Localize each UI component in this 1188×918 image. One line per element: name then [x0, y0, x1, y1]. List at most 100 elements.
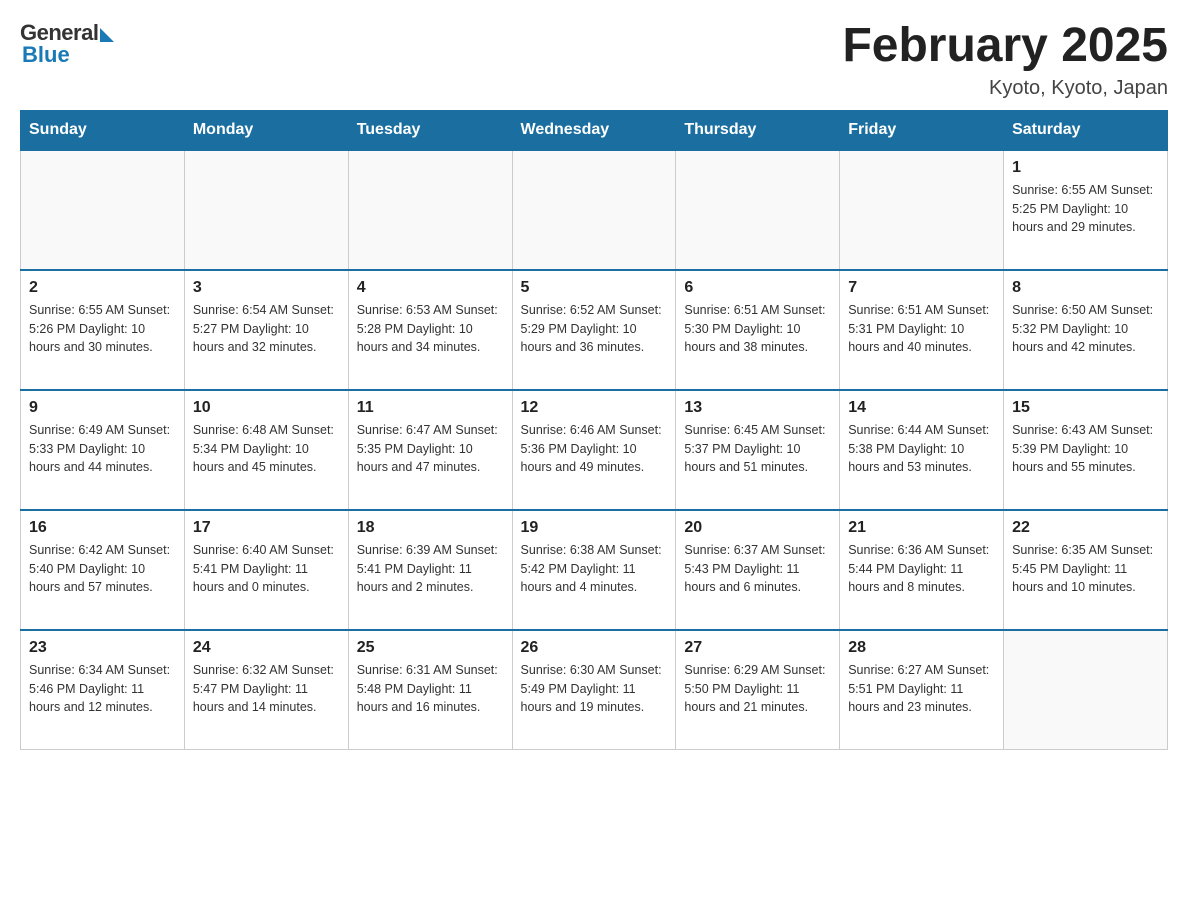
day-number: 1 [1012, 159, 1159, 177]
day-number: 16 [29, 519, 176, 537]
calendar-cell: 25 Sunrise: 6:31 AM Sunset: 5:48 PM Dayli… [348, 630, 512, 750]
calendar-cell [21, 150, 185, 270]
calendar-cell: 10 Sunrise: 6:48 AM Sunset: 5:34 PM Dayli… [184, 390, 348, 510]
day-info: Sunrise: 6:34 AM Sunset: 5:46 PM Dayligh… [29, 661, 176, 717]
day-info: Sunrise: 6:51 AM Sunset: 5:30 PM Dayligh… [684, 301, 831, 357]
day-info: Sunrise: 6:39 AM Sunset: 5:41 PM Dayligh… [357, 541, 504, 597]
logo-blue-text: Blue [20, 42, 70, 68]
calendar-title: February 2025 [842, 20, 1168, 73]
day-info: Sunrise: 6:31 AM Sunset: 5:48 PM Dayligh… [357, 661, 504, 717]
day-info: Sunrise: 6:35 AM Sunset: 5:45 PM Dayligh… [1012, 541, 1159, 597]
day-info: Sunrise: 6:53 AM Sunset: 5:28 PM Dayligh… [357, 301, 504, 357]
day-number: 15 [1012, 399, 1159, 417]
day-info: Sunrise: 6:48 AM Sunset: 5:34 PM Dayligh… [193, 421, 340, 477]
day-number: 11 [357, 399, 504, 417]
day-info: Sunrise: 6:40 AM Sunset: 5:41 PM Dayligh… [193, 541, 340, 597]
calendar-cell: 21Sunrise: 6:36 AM Sunset: 5:44 PM Dayli… [840, 510, 1004, 630]
day-info: Sunrise: 6:51 AM Sunset: 5:31 PM Dayligh… [848, 301, 995, 357]
week-row-5: 23 Sunrise: 6:34 AM Sunset: 5:46 PM Dayli… [21, 630, 1168, 750]
logo-arrow-icon [100, 28, 114, 42]
day-number: 5 [521, 279, 668, 297]
calendar-cell: 5 Sunrise: 6:52 AM Sunset: 5:29 PM Daylig… [512, 270, 676, 390]
day-header-thursday: Thursday [676, 110, 840, 150]
calendar-cell: 4 Sunrise: 6:53 AM Sunset: 5:28 PM Daylig… [348, 270, 512, 390]
day-header-friday: Friday [840, 110, 1004, 150]
calendar-cell: 2 Sunrise: 6:55 AM Sunset: 5:26 PM Daylig… [21, 270, 185, 390]
day-number: 23 [29, 639, 176, 657]
logo: General Blue [20, 20, 114, 68]
day-info: Sunrise: 6:44 AM Sunset: 5:38 PM Dayligh… [848, 421, 995, 477]
day-number: 9 [29, 399, 176, 417]
day-info: Sunrise: 6:27 AM Sunset: 5:51 PM Dayligh… [848, 661, 995, 717]
day-info: Sunrise: 6:45 AM Sunset: 5:37 PM Dayligh… [684, 421, 831, 477]
week-row-3: 9 Sunrise: 6:49 AM Sunset: 5:33 PM Daylig… [21, 390, 1168, 510]
day-number: 19 [521, 519, 668, 537]
day-number: 14 [848, 399, 995, 417]
day-number: 28 [848, 639, 995, 657]
day-number: 20 [684, 519, 831, 537]
day-number: 8 [1012, 279, 1159, 297]
calendar-cell [676, 150, 840, 270]
day-info: Sunrise: 6:54 AM Sunset: 5:27 PM Dayligh… [193, 301, 340, 357]
day-number: 10 [193, 399, 340, 417]
day-info: Sunrise: 6:43 AM Sunset: 5:39 PM Dayligh… [1012, 421, 1159, 477]
calendar-cell: 8 Sunrise: 6:50 AM Sunset: 5:32 PM Daylig… [1004, 270, 1168, 390]
calendar-cell: 16 Sunrise: 6:42 AM Sunset: 5:40 PM Dayli… [21, 510, 185, 630]
day-info: Sunrise: 6:49 AM Sunset: 5:33 PM Dayligh… [29, 421, 176, 477]
page-header: General Blue February 2025 Kyoto, Kyoto,… [20, 20, 1168, 100]
calendar-cell: 1 Sunrise: 6:55 AM Sunset: 5:25 PM Daylig… [1004, 150, 1168, 270]
calendar-cell: 6 Sunrise: 6:51 AM Sunset: 5:30 PM Daylig… [676, 270, 840, 390]
day-info: Sunrise: 6:37 AM Sunset: 5:43 PM Dayligh… [684, 541, 831, 597]
calendar-cell: 14 Sunrise: 6:44 AM Sunset: 5:38 PM Dayli… [840, 390, 1004, 510]
day-header-saturday: Saturday [1004, 110, 1168, 150]
day-info: Sunrise: 6:42 AM Sunset: 5:40 PM Dayligh… [29, 541, 176, 597]
calendar-cell: 3 Sunrise: 6:54 AM Sunset: 5:27 PM Daylig… [184, 270, 348, 390]
calendar-cell: 23 Sunrise: 6:34 AM Sunset: 5:46 PM Dayli… [21, 630, 185, 750]
week-row-2: 2 Sunrise: 6:55 AM Sunset: 5:26 PM Daylig… [21, 270, 1168, 390]
calendar-cell: 18 Sunrise: 6:39 AM Sunset: 5:41 PM Dayli… [348, 510, 512, 630]
calendar-cell [184, 150, 348, 270]
day-number: 25 [357, 639, 504, 657]
day-info: Sunrise: 6:55 AM Sunset: 5:25 PM Dayligh… [1012, 181, 1159, 237]
calendar-cell: 15 Sunrise: 6:43 AM Sunset: 5:39 PM Dayli… [1004, 390, 1168, 510]
day-info: Sunrise: 6:36 AM Sunset: 5:44 PM Dayligh… [848, 541, 995, 597]
calendar-table: SundayMondayTuesdayWednesdayThursdayFrid… [20, 110, 1168, 751]
calendar-cell [348, 150, 512, 270]
day-number: 6 [684, 279, 831, 297]
calendar-cell: 20 Sunrise: 6:37 AM Sunset: 5:43 PM Dayli… [676, 510, 840, 630]
day-info: Sunrise: 6:46 AM Sunset: 5:36 PM Dayligh… [521, 421, 668, 477]
calendar-cell: 11Sunrise: 6:47 AM Sunset: 5:35 PM Dayli… [348, 390, 512, 510]
day-number: 2 [29, 279, 176, 297]
day-info: Sunrise: 6:30 AM Sunset: 5:49 PM Dayligh… [521, 661, 668, 717]
calendar-cell: 24 Sunrise: 6:32 AM Sunset: 5:47 PM Dayli… [184, 630, 348, 750]
day-number: 24 [193, 639, 340, 657]
day-header-wednesday: Wednesday [512, 110, 676, 150]
day-number: 4 [357, 279, 504, 297]
calendar-cell: 12Sunrise: 6:46 AM Sunset: 5:36 PM Dayli… [512, 390, 676, 510]
day-number: 18 [357, 519, 504, 537]
day-number: 13 [684, 399, 831, 417]
calendar-cell [840, 150, 1004, 270]
day-header-monday: Monday [184, 110, 348, 150]
title-area: February 2025 Kyoto, Kyoto, Japan [842, 20, 1168, 100]
calendar-cell: 13 Sunrise: 6:45 AM Sunset: 5:37 PM Dayli… [676, 390, 840, 510]
day-info: Sunrise: 6:55 AM Sunset: 5:26 PM Dayligh… [29, 301, 176, 357]
days-of-week-row: SundayMondayTuesdayWednesdayThursdayFrid… [21, 110, 1168, 150]
day-number: 7 [848, 279, 995, 297]
day-info: Sunrise: 6:52 AM Sunset: 5:29 PM Dayligh… [521, 301, 668, 357]
calendar-cell: 26 Sunrise: 6:30 AM Sunset: 5:49 PM Dayli… [512, 630, 676, 750]
calendar-cell: 9 Sunrise: 6:49 AM Sunset: 5:33 PM Daylig… [21, 390, 185, 510]
day-info: Sunrise: 6:50 AM Sunset: 5:32 PM Dayligh… [1012, 301, 1159, 357]
calendar-cell: 27Sunrise: 6:29 AM Sunset: 5:50 PM Dayli… [676, 630, 840, 750]
day-header-sunday: Sunday [21, 110, 185, 150]
day-number: 27 [684, 639, 831, 657]
week-row-1: 1 Sunrise: 6:55 AM Sunset: 5:25 PM Daylig… [21, 150, 1168, 270]
day-number: 3 [193, 279, 340, 297]
day-number: 26 [521, 639, 668, 657]
calendar-cell: 19Sunrise: 6:38 AM Sunset: 5:42 PM Dayli… [512, 510, 676, 630]
week-row-4: 16 Sunrise: 6:42 AM Sunset: 5:40 PM Dayli… [21, 510, 1168, 630]
calendar-cell: 7 Sunrise: 6:51 AM Sunset: 5:31 PM Daylig… [840, 270, 1004, 390]
calendar-cell: 22Sunrise: 6:35 AM Sunset: 5:45 PM Dayli… [1004, 510, 1168, 630]
day-info: Sunrise: 6:32 AM Sunset: 5:47 PM Dayligh… [193, 661, 340, 717]
calendar-subtitle: Kyoto, Kyoto, Japan [842, 77, 1168, 100]
